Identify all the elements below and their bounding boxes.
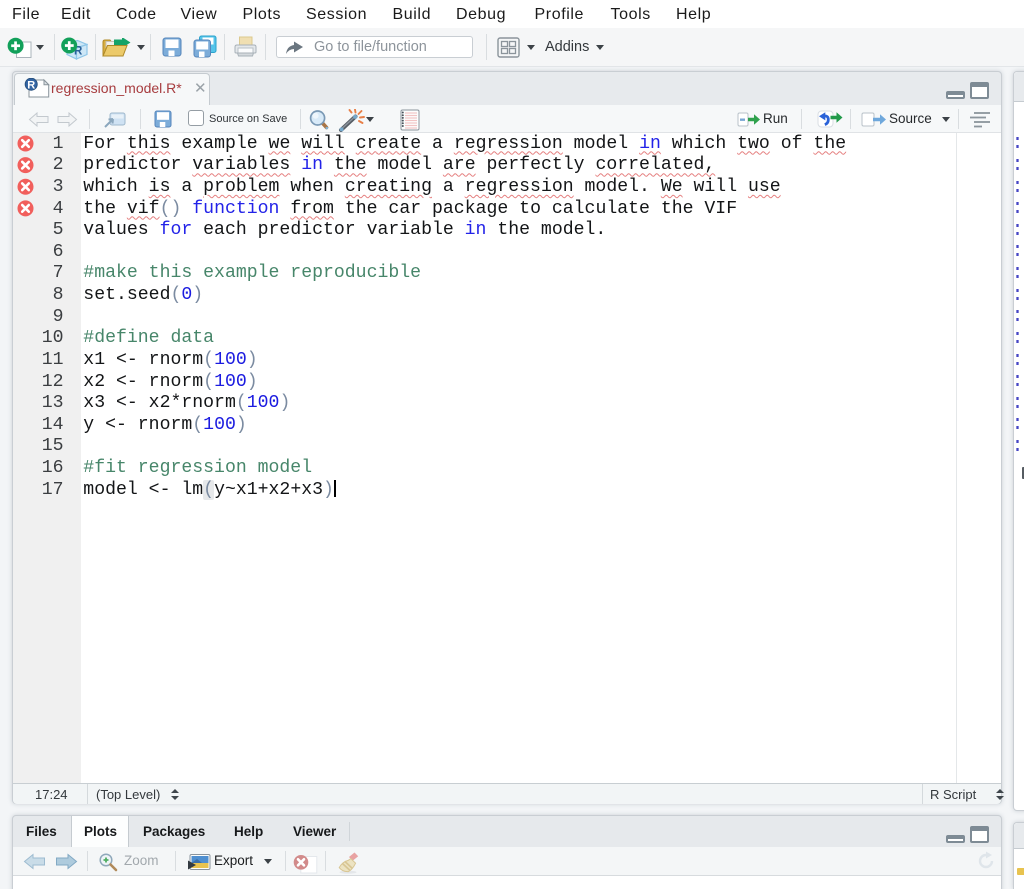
svg-text:R: R [27, 79, 35, 91]
